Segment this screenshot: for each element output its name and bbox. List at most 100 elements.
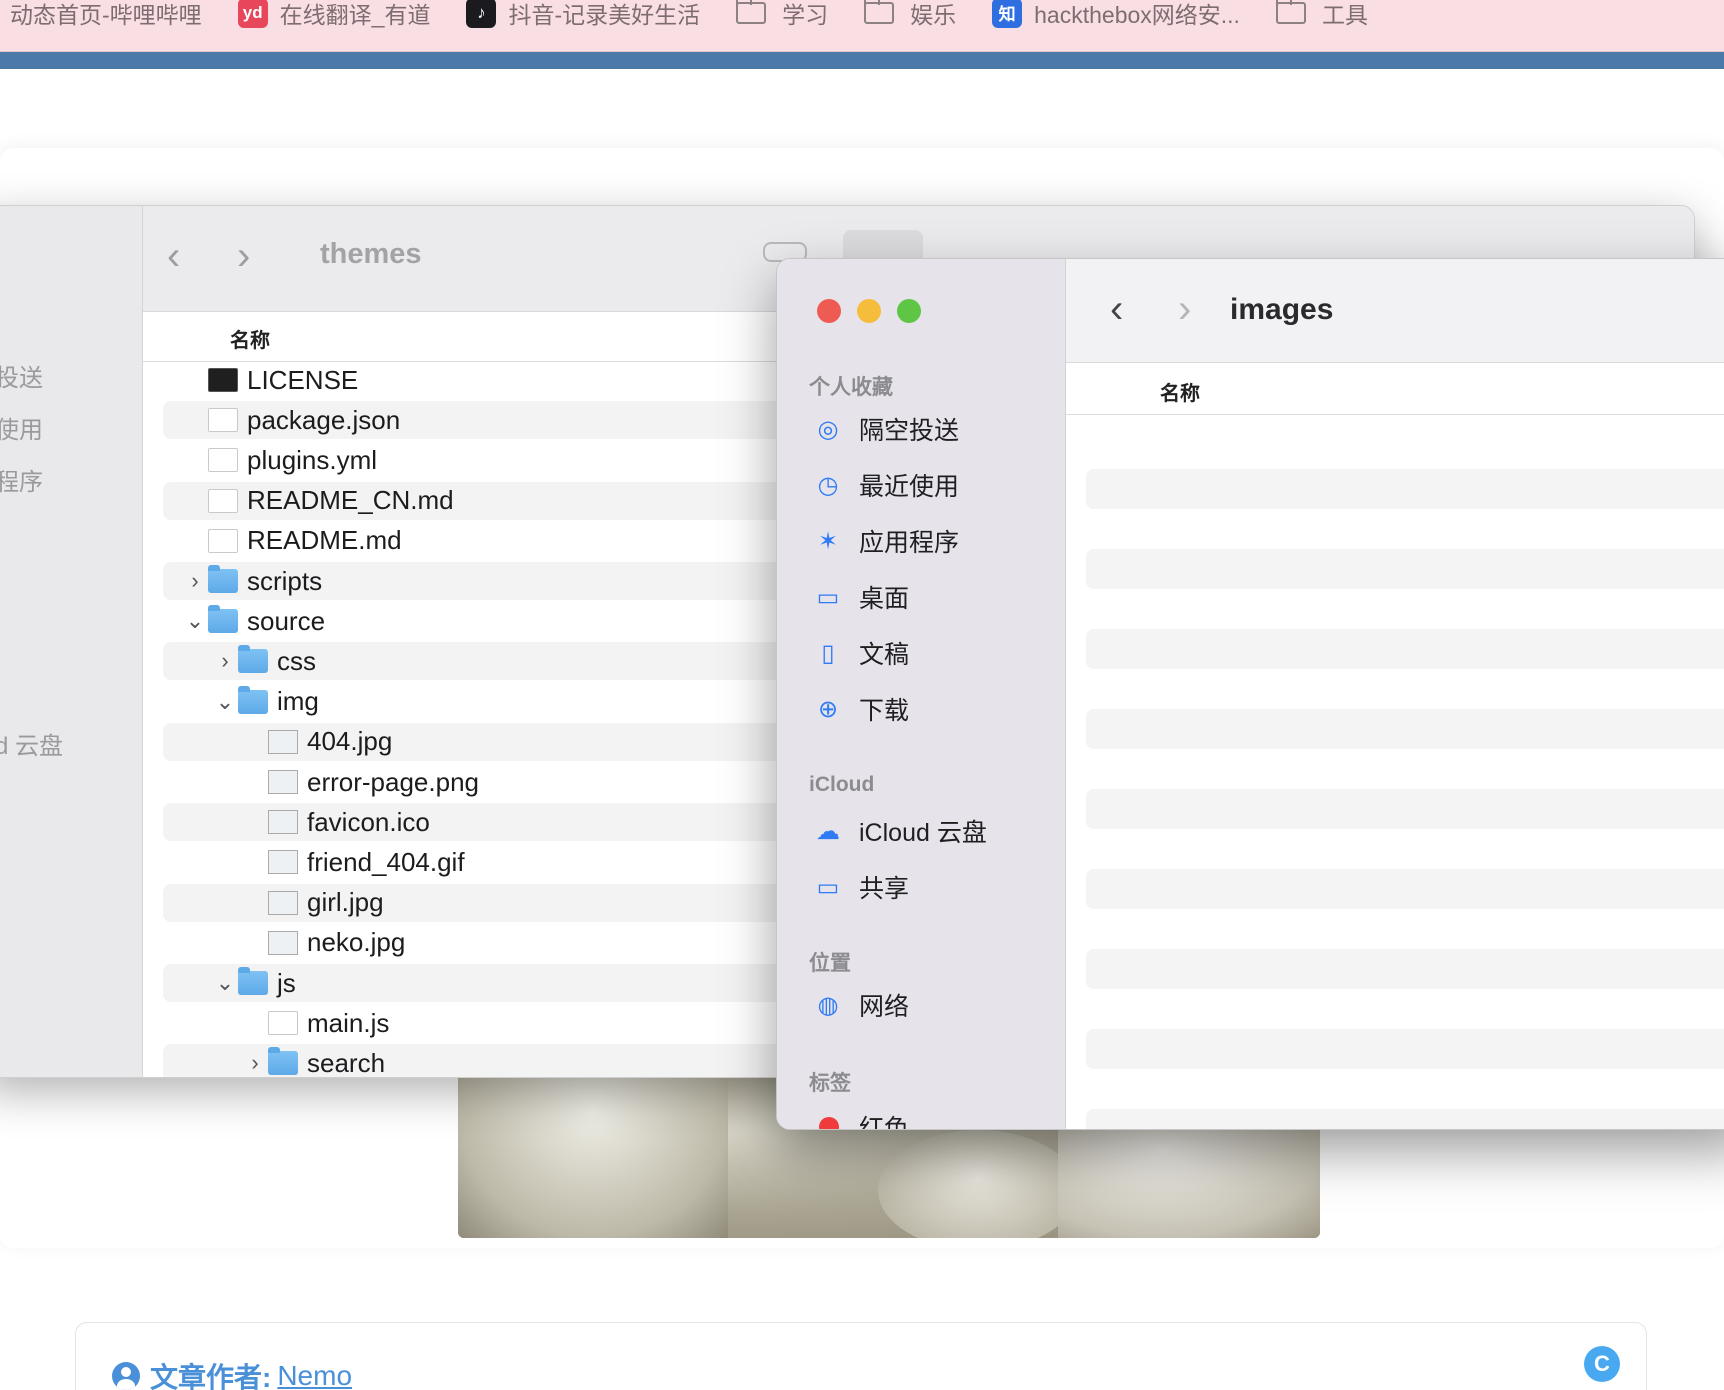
column-header[interactable]: 名称 — [1066, 363, 1724, 415]
bookmark-item[interactable]: 知 hackthebox网络安... — [992, 0, 1240, 30]
file-name: scripts — [247, 565, 323, 596]
sidebar-item-label: 桌面 — [859, 585, 910, 613]
file-name: plugins.yml — [247, 444, 378, 475]
clock-icon: ◷ — [817, 471, 839, 499]
bookmark-item[interactable]: ♪ 抖音-记录美好生活 — [466, 0, 700, 30]
zoom-button[interactable] — [897, 299, 921, 323]
file-name: img — [277, 686, 319, 717]
folder-icon — [208, 605, 238, 634]
section-title-icloud: iCloud — [809, 773, 875, 796]
sidebar-item-recents[interactable]: 使用 — [0, 410, 43, 445]
disclosure-expanded-icon[interactable]: ⌄ — [215, 970, 235, 996]
sidebar-item-label: 应用程序 — [859, 529, 960, 557]
file-name: LICENSE — [247, 364, 359, 395]
finder-toolbar: ‹ › images — [1066, 259, 1724, 363]
empty-list-row — [1086, 549, 1724, 589]
youdao-icon: yd — [237, 0, 268, 28]
file-name: README.md — [247, 525, 402, 556]
folder-icon — [736, 0, 767, 24]
minimize-button[interactable] — [857, 299, 881, 323]
bookmarks-bar: 动态首页-哔哩哔哩 yd 在线翻译_有道 ♪ 抖音-记录美好生活 学习 娱乐 知 hackthe… — [0, 0, 1724, 52]
file-name: README_CN.md — [247, 485, 454, 516]
copyright-icon[interactable]: C — [1584, 1346, 1620, 1382]
sidebar-item[interactable]: ◍ 网络 — [813, 987, 910, 1023]
sidebar-item[interactable]: ▯ 文稿 — [813, 635, 909, 671]
folder-icon — [864, 0, 895, 24]
bookmark-label: hackthebox网络安... — [1034, 1, 1240, 28]
bookmark-item[interactable]: 动态首页-哔哩哔哩 — [10, 0, 202, 30]
sidebar-item-airdrop[interactable]: 投送 — [0, 358, 43, 393]
disclosure-collapsed-icon[interactable]: › — [185, 568, 205, 594]
sidebar-item[interactable]: ⊕ 下载 — [813, 691, 909, 727]
folder-icon — [238, 645, 268, 674]
airdrop-icon: ◎ — [817, 415, 839, 443]
forward-button[interactable]: › — [237, 236, 250, 276]
file-name: package.json — [247, 404, 401, 435]
image-file-icon — [268, 850, 298, 875]
sidebar-item-applications[interactable]: 程序 — [0, 462, 43, 497]
shared-folder-icon: ▭ — [816, 873, 840, 901]
empty-list-row — [1086, 469, 1724, 509]
sidebar-item[interactable]: ◎ 隔空投送 — [813, 411, 960, 447]
zhihu-icon: 知 — [992, 0, 1023, 28]
json-file-icon — [208, 408, 238, 433]
folder-icon — [238, 967, 268, 995]
sidebar-tag-item[interactable]: 红色 — [813, 1109, 910, 1130]
image-file-icon — [268, 810, 298, 835]
empty-list-row — [1086, 709, 1724, 749]
sidebar-item-label: 网络 — [859, 993, 910, 1021]
section-title-tags: 标签 — [809, 1072, 851, 1095]
tag-color-dot-icon — [819, 1117, 839, 1129]
file-name: favicon.ico — [307, 806, 430, 837]
back-button[interactable]: ‹ — [1110, 289, 1123, 329]
file-name: source — [247, 605, 326, 636]
bookmark-item[interactable]: 学习 — [736, 0, 828, 30]
author-link[interactable]: Nemo — [277, 1360, 352, 1390]
back-button[interactable]: ‹ — [167, 236, 180, 276]
file-name: js — [277, 967, 296, 998]
sidebar-item-icloud[interactable]: d 云盘 — [0, 726, 63, 761]
disclosure-collapsed-icon[interactable]: › — [215, 648, 235, 674]
sidebar-item-label: 下载 — [859, 697, 910, 725]
sidebar-item-label: iCloud 云盘 — [859, 819, 987, 847]
bookmark-label: 抖音-记录美好生活 — [508, 1, 701, 28]
folder-icon — [268, 1047, 298, 1076]
download-icon: ⊕ — [817, 695, 839, 723]
user-icon — [112, 1362, 140, 1390]
file-name: 404.jpg — [307, 726, 393, 757]
sidebar-item[interactable]: ◷ 最近使用 — [813, 467, 960, 503]
image-file-icon — [268, 930, 298, 955]
markdown-file-icon — [208, 488, 238, 513]
sidebar-item[interactable]: ☁ iCloud 云盘 — [813, 813, 987, 849]
yaml-file-icon — [208, 448, 238, 473]
name-column-header[interactable]: 名称 — [1160, 377, 1200, 406]
sidebar-item[interactable]: ▭ 共享 — [813, 869, 909, 905]
network-icon: ◍ — [817, 991, 839, 1019]
sidebar-item[interactable]: ▭ 桌面 — [813, 579, 909, 615]
bookmark-item[interactable]: yd 在线翻译_有道 — [237, 0, 430, 30]
bookmark-label: 娱乐 — [910, 1, 957, 28]
finder-window-images[interactable]: 个人收藏 ◎ 隔空投送 ◷ 最近使用 ✶ 应用程序 ▭ 桌面 ▯ 文稿 ⊕ 下载 iCloud ☁ iC… — [776, 258, 1724, 1130]
image-file-icon — [268, 770, 298, 794]
close-button[interactable] — [817, 299, 841, 323]
disclosure-expanded-icon[interactable]: ⌄ — [185, 608, 205, 634]
empty-list-row — [1086, 629, 1724, 669]
bookmark-item[interactable]: 工具 — [1275, 0, 1368, 30]
author-line: 文章作者: Nemo — [112, 1356, 352, 1390]
finder-sidebar: 投送 使用 程序 d 云盘 — [0, 206, 143, 1077]
disclosure-collapsed-icon[interactable]: › — [245, 1050, 265, 1076]
folder-icon — [1275, 0, 1306, 24]
document-icon: ▯ — [821, 639, 835, 667]
author-label: 文章作者: — [150, 1362, 272, 1390]
name-column-header[interactable]: 名称 — [230, 324, 270, 353]
finder-sidebar: 个人收藏 ◎ 隔空投送 ◷ 最近使用 ✶ 应用程序 ▭ 桌面 ▯ 文稿 ⊕ 下载 iCloud ☁ iC… — [777, 259, 1066, 1130]
file-name: error-page.png — [307, 766, 479, 797]
forward-button[interactable]: › — [1178, 289, 1191, 329]
sidebar-item[interactable]: ✶ 应用程序 — [813, 523, 959, 559]
bookmark-label: 学习 — [782, 1, 829, 28]
file-name: girl.jpg — [307, 887, 384, 918]
disclosure-expanded-icon[interactable]: ⌄ — [215, 689, 235, 715]
bookmark-item[interactable]: 娱乐 — [864, 0, 956, 30]
sidebar-item-label: 红色 — [859, 1115, 910, 1130]
image-file-icon — [268, 729, 298, 754]
